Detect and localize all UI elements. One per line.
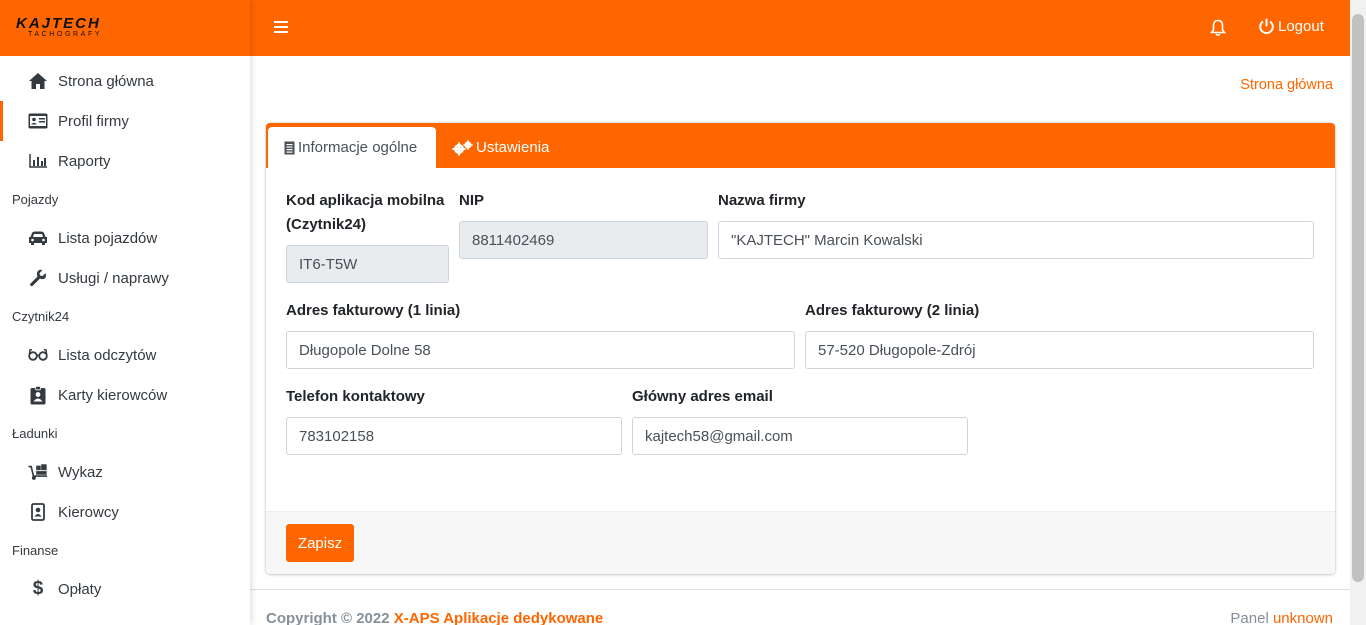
card-tabs: Informacje ogólne Ustawienia	[266, 123, 1335, 168]
chart-bar-icon	[28, 151, 48, 171]
phone-label-text: Telefon kontaktowy	[286, 388, 425, 405]
sidebar-item-services[interactable]: Usługi / naprawy	[0, 258, 250, 298]
sidebar-item-home[interactable]: Strona główna	[0, 61, 250, 101]
dolly-icon	[28, 462, 48, 482]
sidebar: KAJTECH TACHOGRAFY Strona główna Profil …	[0, 0, 250, 625]
card-footer: Zapisz	[266, 511, 1335, 574]
nav-header-finance: Finanse	[12, 543, 59, 558]
address2-label: Adres fakturowy (2 linia)	[805, 299, 979, 323]
scrollbar-thumb[interactable]	[1352, 14, 1364, 582]
sidebar-nav: Strona główna Profil firmy Raporty Pojaz…	[0, 56, 250, 609]
address2-field[interactable]	[805, 331, 1314, 369]
copyright-prefix: Copyright © 2022	[266, 610, 394, 625]
breadcrumb-home-link[interactable]: Strona główna	[1240, 77, 1333, 93]
tab-general-info[interactable]: Informacje ogólne	[268, 127, 436, 168]
nav-header-vehicles: Pojazdy	[12, 192, 59, 207]
address1-label-text: Adres fakturowy (1 linia)	[286, 302, 461, 319]
main-content: Strona główna Informacje ogólne Ustawien…	[250, 56, 1350, 625]
mobile-code-field[interactable]	[286, 245, 449, 283]
mobile-code-label-line1: Kod aplikacja mobilna	[286, 192, 445, 209]
sidebar-item-label: Kierowcy	[58, 503, 119, 521]
panel-version: Panel unknown	[1230, 610, 1333, 625]
logout-label: Logout	[1278, 18, 1324, 35]
tab-settings[interactable]: Ustawienia	[452, 127, 549, 168]
panel-label: Panel	[1230, 610, 1273, 625]
logout-button[interactable]: Logout	[1258, 18, 1324, 35]
id-card-icon	[28, 111, 48, 131]
sidebar-item-company-profile[interactable]: Profil firmy	[0, 101, 250, 141]
sidebar-item-reports[interactable]: Raporty	[0, 141, 250, 181]
sidebar-item-fees[interactable]: $ Opłaty	[0, 569, 250, 609]
glasses-icon	[28, 345, 48, 365]
sidebar-item-label: Opłaty	[58, 580, 102, 598]
sidebar-item-vehicle-list[interactable]: Lista pojazdów	[0, 218, 250, 258]
address2-label-text: Adres fakturowy (2 linia)	[805, 302, 980, 319]
company-profile-card: Informacje ogólne Ustawienia Kod aplikac…	[266, 123, 1335, 574]
bell-icon[interactable]	[1209, 19, 1227, 37]
email-label: Główny adres email	[632, 385, 773, 409]
brand-name: KAJTECH	[16, 15, 101, 32]
portrait-icon	[28, 502, 48, 522]
copyright-link[interactable]: X-APS Aplikacje dedykowane	[394, 610, 604, 625]
tab-label: Ustawienia	[476, 139, 550, 156]
sidebar-item-readings[interactable]: Lista odczytów	[0, 335, 250, 375]
sidebar-item-label: Lista odczytów	[58, 346, 157, 364]
sidebar-item-label: Strona główna	[58, 72, 154, 90]
address1-field[interactable]	[286, 331, 795, 369]
wrench-icon	[28, 268, 48, 288]
address1-label: Adres fakturowy (1 linia)	[286, 299, 460, 323]
brand-logo[interactable]: KAJTECH TACHOGRAFY	[0, 0, 250, 56]
page-scrollbar[interactable]	[1350, 0, 1366, 625]
document-icon	[284, 141, 295, 154]
car-icon	[28, 228, 48, 248]
phone-field[interactable]	[286, 417, 622, 455]
nav-header-loads: Ładunki	[12, 426, 58, 441]
sidebar-item-label: Wykaz	[58, 463, 103, 481]
power-icon	[1259, 18, 1274, 35]
cogs-icon	[452, 139, 473, 155]
phone-label: Telefon kontaktowy	[286, 385, 425, 409]
sidebar-item-label: Karty kierowców	[58, 386, 168, 404]
copyright-text: Copyright © 2022 X-APS Aplikacje dedykow…	[266, 610, 603, 625]
nip-field[interactable]	[459, 221, 708, 259]
sidebar-item-list[interactable]: Wykaz	[0, 452, 250, 492]
id-badge-icon	[28, 385, 48, 405]
save-button[interactable]: Zapisz	[286, 524, 354, 562]
tab-label: Informacje ogólne	[298, 139, 418, 156]
mobile-code-label: Kod aplikacja mobilna (Czytnik24)	[286, 189, 444, 237]
menu-toggle-icon[interactable]	[274, 20, 288, 34]
nip-label: NIP	[459, 189, 484, 213]
sidebar-item-label: Profil firmy	[58, 112, 129, 130]
company-name-field[interactable]	[718, 221, 1314, 259]
sidebar-item-label: Lista pojazdów	[58, 229, 158, 247]
home-icon	[28, 71, 48, 91]
email-field[interactable]	[632, 417, 968, 455]
sidebar-item-label: Usługi / naprawy	[58, 269, 169, 287]
email-label-text: Główny adres email	[632, 388, 773, 405]
panel-version-value: unknown	[1272, 610, 1333, 625]
company-name-label: Nazwa firmy	[718, 189, 806, 213]
sidebar-item-drivers[interactable]: Kierowcy	[0, 492, 250, 532]
sidebar-item-driver-cards[interactable]: Karty kierowców	[0, 375, 250, 415]
nav-header-reader: Czytnik24	[12, 309, 70, 324]
company-name-label-text: Nazwa firmy	[718, 192, 806, 209]
mobile-code-label-line2: (Czytnik24)	[286, 216, 367, 233]
nip-label-text: NIP	[459, 192, 485, 209]
top-navbar: Logout	[250, 0, 1350, 56]
brand-subtitle: TACHOGRAFY	[28, 31, 103, 38]
dollar-icon: $	[32, 578, 44, 599]
page-footer: Copyright © 2022 X-APS Aplikacje dedykow…	[250, 589, 1350, 625]
sidebar-item-label: Raporty	[58, 152, 111, 170]
